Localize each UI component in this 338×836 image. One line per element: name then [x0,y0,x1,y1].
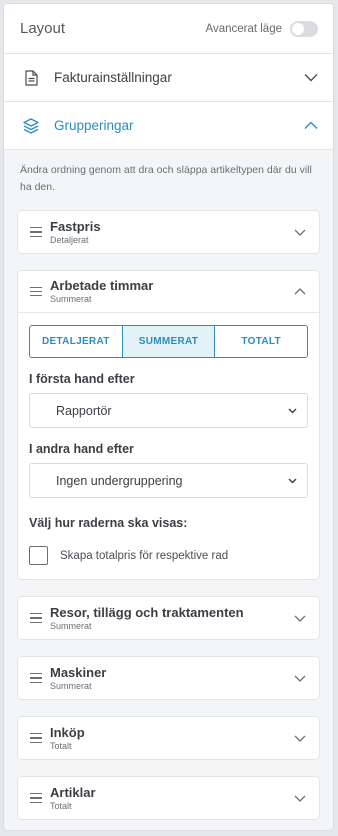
first-group-select[interactable]: Rapportör [29,393,308,428]
chevron-down-icon[interactable] [304,73,318,82]
segment-detaljerat[interactable]: DETALJERAT [30,326,122,357]
card-header[interactable]: Maskiner Summerat [18,657,319,699]
chevron-down-icon [288,478,297,483]
card-title-text: Maskiner [50,664,107,680]
card-header[interactable]: Resor, tillägg och traktamenten Summerat [18,597,319,639]
card-header[interactable]: Inköp Totalt [18,717,319,759]
grouping-card-artiklar[interactable]: Artiklar Totalt [17,776,320,820]
chevron-down-icon [288,408,297,413]
segment-totalt[interactable]: TOTALT [214,326,307,357]
card-subtitle: Summerat [50,620,92,631]
grouping-card-maskiner[interactable]: Maskiner Summerat [17,656,320,700]
grouping-card-inkop[interactable]: Inköp Totalt [17,716,320,760]
advanced-mode-toggle[interactable] [290,20,318,37]
section-fakturainstallningar[interactable]: Fakturainställningar [4,54,333,102]
card-subtitle: Totalt [50,800,72,811]
card-header[interactable]: Artiklar Totalt [18,777,319,819]
grouping-card-resor[interactable]: Resor, tillägg och traktamenten Summerat [17,596,320,640]
card-title-text: Resor, tillägg och traktamenten [50,604,244,620]
section-label: Fakturainställningar [54,70,172,85]
chevron-down-icon[interactable] [293,794,307,803]
groupings-intro: Ändra ordning genom att dra och släppa a… [20,164,312,193]
chevron-down-icon[interactable] [293,614,307,623]
groupings-body: Ändra ordning genom att dra och släppa a… [4,150,333,820]
card-title-text: Artiklar [50,784,96,800]
total-price-checkbox[interactable] [29,546,48,565]
card-title: Maskiner Summerat [50,665,293,692]
grouping-card-arbetade-timmar[interactable]: Arbetade timmar Summerat DETALJERAT SUMM… [17,270,320,580]
total-price-option[interactable]: Skapa totalpris för respektive rad [29,546,308,565]
card-title-text: Fastpris [50,218,101,234]
card-subtitle: Totalt [50,740,72,751]
section-label: Grupperingar [54,118,134,133]
card-title: Artiklar Totalt [50,785,293,812]
grouping-card-fastpris[interactable]: Fastpris Detaljerat [17,210,320,254]
drag-handle-icon[interactable] [30,793,42,803]
card-title-text: Inköp [50,724,85,740]
document-icon [21,68,41,88]
drag-handle-icon[interactable] [30,227,42,237]
drag-handle-icon[interactable] [30,286,42,297]
panel-title: Layout [20,20,66,37]
total-price-checkbox-label[interactable]: Skapa totalpris för respektive rad [60,550,228,562]
panel-header: Layout Avancerat läge [4,4,333,54]
second-group-select[interactable]: Ingen undergruppering [29,463,308,498]
card-title: Inköp Totalt [50,725,293,752]
first-group-label: I första hand efter [29,372,135,386]
card-subtitle: Detaljerat [50,234,89,245]
chevron-up-icon[interactable] [293,287,307,296]
section-grupperingar[interactable]: Grupperingar [4,102,333,150]
drag-handle-icon[interactable] [30,733,42,743]
grouping-mode-segmented: DETALJERAT SUMMERAT TOTALT [29,325,308,358]
chevron-down-icon[interactable] [293,228,307,237]
advanced-mode: Avancerat läge [205,20,318,37]
layout-panel: Layout Avancerat läge Fakturainställning… [3,3,334,831]
drag-handle-icon[interactable] [30,673,42,683]
chevron-down-icon[interactable] [293,734,307,743]
card-title-text: Arbetade timmar [50,278,154,293]
card-header[interactable]: Fastpris Detaljerat [18,211,319,253]
card-title: Resor, tillägg och traktamenten Summerat [50,605,293,632]
chevron-up-icon[interactable] [304,121,318,130]
second-group-label: I andra hand efter [29,442,134,456]
card-title: Arbetade timmar Summerat [50,278,293,305]
advanced-mode-label: Avancerat läge [205,22,282,35]
first-group-value: Rapportör [56,403,112,418]
card-subtitle: Summerat [50,680,92,691]
rows-display-label: Välj hur raderna ska visas: [29,516,188,530]
chevron-down-icon[interactable] [293,674,307,683]
layers-icon [21,116,41,136]
card-subtitle: Summerat [50,294,92,304]
drag-handle-icon[interactable] [30,613,42,623]
second-group-value: Ingen undergruppering [56,473,183,488]
segment-summerat[interactable]: SUMMERAT [121,326,215,357]
card-title: Fastpris Detaljerat [50,219,293,246]
card-header[interactable]: Arbetade timmar Summerat [18,271,319,313]
